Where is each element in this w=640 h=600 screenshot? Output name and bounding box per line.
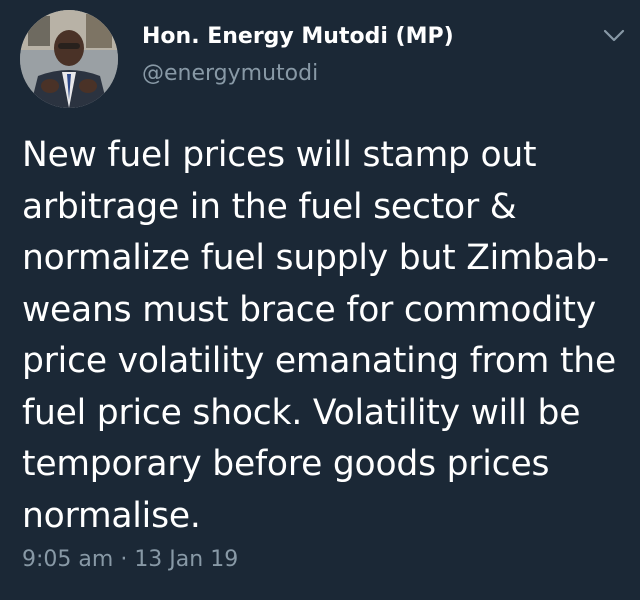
tweet-options-button[interactable] — [602, 26, 626, 44]
author-handle[interactable]: @energymutodi — [142, 58, 454, 90]
timestamp-separator: · — [120, 547, 128, 572]
tweet-timestamp[interactable]: 9:05 am · 13 Jan 19 — [22, 545, 238, 575]
tweet-card: Hon. Energy Mutodi (MP) @energymutodi Ne… — [0, 0, 640, 600]
author-display-name[interactable]: Hon. Energy Mutodi (MP) — [142, 22, 454, 52]
profile-photo-icon — [20, 10, 118, 108]
tweet-time: 9:05 am — [22, 547, 114, 572]
tweet-date: 13 Jan 19 — [134, 547, 239, 572]
chevron-down-icon — [603, 29, 625, 42]
author-info: Hon. Energy Mutodi (MP) @energymutodi — [142, 22, 454, 90]
tweet-text: New fuel prices will stamp out arbitrage… — [22, 135, 616, 536]
avatar[interactable] — [20, 10, 118, 108]
